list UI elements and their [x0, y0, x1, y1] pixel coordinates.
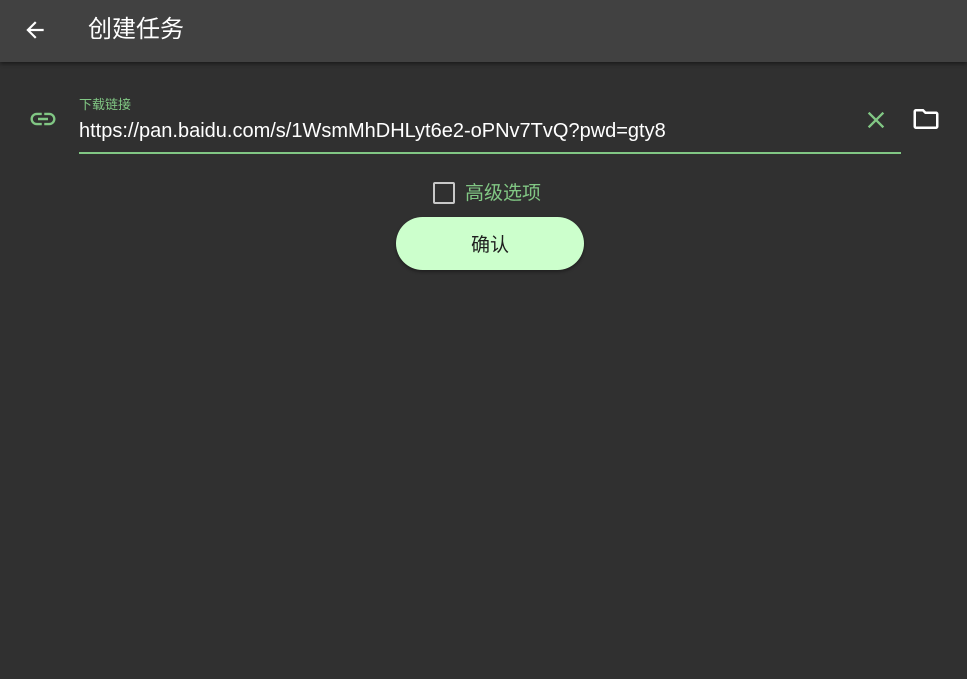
app-bar: 创建任务	[0, 0, 967, 62]
field-underline	[79, 152, 901, 154]
advanced-options-label: 高级选项	[465, 182, 542, 204]
download-link-field: 下载链接	[79, 96, 901, 155]
folder-icon	[913, 109, 939, 129]
back-button[interactable]	[14, 9, 56, 51]
download-link-input[interactable]	[79, 118, 859, 144]
advanced-options-toggle[interactable]: 高级选项	[433, 179, 541, 207]
advanced-options-checkbox[interactable]	[433, 182, 455, 204]
page-title: 创建任务	[88, 15, 184, 43]
app-window: 创建任务 下载链接 高级选项 确认	[0, 0, 967, 679]
arrow-left-icon	[26, 21, 44, 39]
clear-button[interactable]	[861, 105, 891, 135]
link-icon	[28, 104, 58, 134]
choose-folder-button[interactable]	[910, 104, 942, 134]
download-link-label: 下载链接	[79, 98, 132, 113]
close-icon	[867, 111, 885, 129]
confirm-button[interactable]: 确认	[396, 217, 584, 270]
